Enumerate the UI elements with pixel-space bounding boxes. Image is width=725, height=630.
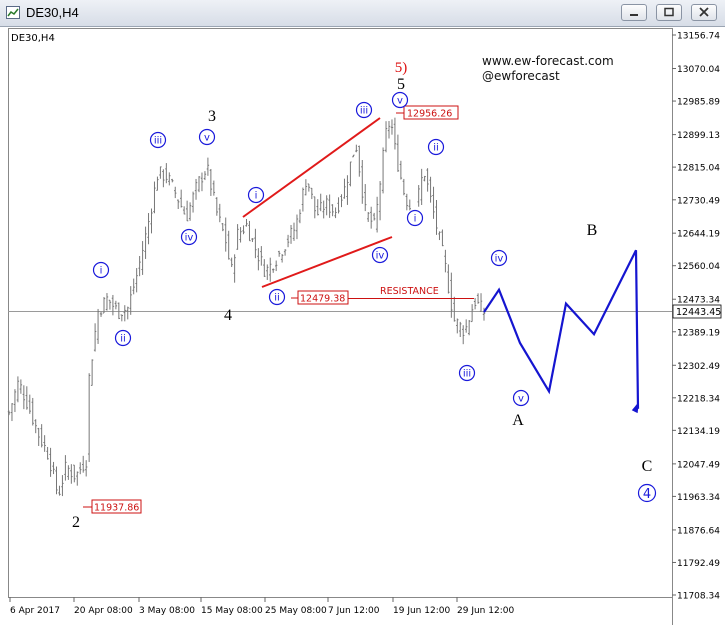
price-chart[interactable]: DE30,H4 www.ew-forecast.com @ewforecast … — [4, 27, 725, 625]
wave-label: v — [204, 133, 210, 144]
minimize-icon — [630, 14, 638, 16]
x-tick-label: 25 May 08:00 — [265, 606, 327, 616]
wave-label: iv — [495, 254, 504, 265]
price-tag-12956-text: 12956.26 — [407, 109, 452, 120]
y-tick-label: 13156.74 — [677, 32, 720, 42]
title-bar[interactable]: DE30,H4 — [0, 0, 725, 27]
wave-label: iii — [154, 136, 162, 147]
wave-label: B — [587, 222, 598, 239]
watermark-handle: @ewforecast — [482, 69, 560, 83]
price-tag-11937-text: 11937.86 — [94, 503, 139, 514]
wave-label: 5) — [395, 60, 408, 76]
price-tag-12956: 12956.26 — [396, 105, 459, 120]
maximize-button[interactable] — [656, 4, 682, 21]
y-tick-label: 12134.19 — [677, 427, 720, 437]
y-tick-label: 12985.89 — [677, 98, 720, 108]
y-tick-label: 12560.04 — [677, 262, 720, 272]
wave-label: i — [100, 266, 103, 277]
time-axis: 6 Apr 2017 20 Apr 08:00 3 May 08:00 15 May … — [9, 597, 514, 616]
y-tick-label: 13070.04 — [677, 65, 720, 75]
wave-label: v — [397, 96, 403, 107]
wave-label: iv — [376, 251, 385, 262]
resistance-label: RESISTANCE — [380, 286, 439, 297]
price-tag-12479-text: 12479.38 — [300, 294, 345, 305]
y-tick-label: 12389.19 — [677, 328, 720, 338]
price-tag-12479: 12479.38 — [291, 290, 349, 305]
wave-label: A — [512, 412, 524, 429]
chart-symbol-label: DE30,H4 — [11, 33, 55, 44]
x-tick-label: 7 Jun 12:00 — [328, 606, 380, 616]
y-tick-label: 12302.49 — [677, 362, 720, 372]
close-icon — [699, 7, 709, 17]
y-tick-label: 12218.34 — [677, 394, 720, 404]
maximize-icon — [664, 7, 674, 17]
y-tick-label: 11963.34 — [677, 493, 720, 503]
y-tick-label: 12815.04 — [677, 164, 720, 174]
wave-label: i — [414, 214, 417, 225]
wave-label: 4 — [224, 307, 232, 324]
x-tick-label: 20 Apr 08:00 — [74, 606, 133, 616]
wave-label: ii — [274, 293, 280, 304]
y-tick-label: 12047.49 — [677, 460, 720, 470]
x-tick-label: 6 Apr 2017 — [10, 606, 60, 616]
y-tick-label: 11792.49 — [677, 559, 720, 569]
y-tick-label: 12899.13 — [677, 131, 720, 141]
watermark-site: www.ew-forecast.com — [482, 54, 614, 68]
wave-label: 3 — [208, 108, 216, 125]
close-button[interactable] — [691, 4, 717, 21]
wave-label: 5 — [397, 76, 405, 93]
wave-label: iii — [360, 106, 368, 117]
wave-label: i — [255, 191, 258, 202]
y-tick-label: 12473.34 — [677, 296, 720, 306]
chart-icon — [6, 6, 20, 19]
wave-label: iv — [185, 233, 194, 244]
wave-label: iii — [463, 369, 471, 380]
chart-area[interactable]: DE30,H4 www.ew-forecast.com @ewforecast … — [4, 27, 725, 625]
wave-label: 4 — [643, 487, 651, 502]
y-tick-label: 11708.34 — [677, 592, 720, 602]
minimize-button[interactable] — [621, 4, 647, 21]
current-price-label: 12443.45 — [676, 307, 721, 318]
y-tick-label: 12730.49 — [677, 196, 720, 206]
x-tick-label: 15 May 08:00 — [201, 606, 263, 616]
wave-label: v — [518, 394, 524, 405]
x-tick-label: 29 Jun 12:00 — [457, 606, 514, 616]
wave-label: ii — [433, 143, 439, 154]
chart-window: DE30,H4 DE30,H4 www.ew-forecast.com @ewf… — [0, 0, 725, 625]
wave-label: 2 — [72, 514, 80, 531]
wave-label: C — [642, 458, 653, 475]
y-tick-label: 11876.64 — [677, 526, 720, 536]
y-tick-label: 12644.19 — [677, 230, 720, 240]
x-tick-label: 19 Jun 12:00 — [393, 606, 450, 616]
wave-label: ii — [120, 334, 126, 345]
x-tick-label: 3 May 08:00 — [139, 606, 195, 616]
window-title: DE30,H4 — [26, 5, 79, 20]
price-tag-11937: 11937.86 — [83, 499, 142, 514]
